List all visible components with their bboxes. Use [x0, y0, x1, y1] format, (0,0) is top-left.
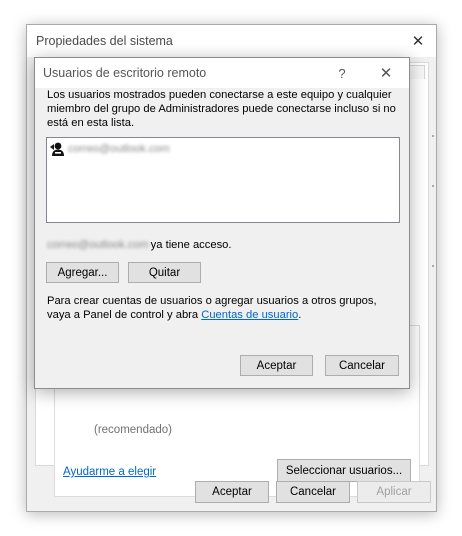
outer-cancel-button[interactable]: Cancelar [276, 481, 350, 503]
help-icon[interactable]: ? [334, 64, 350, 82]
outer-titlebar: Propiedades del sistema ✕ [27, 25, 436, 57]
outer-window-title: Propiedades del sistema [36, 34, 173, 48]
info-suffix: . [298, 309, 302, 321]
access-suffix: ya tiene acceso. [150, 239, 232, 251]
user-icon [49, 141, 65, 157]
user-accounts-link[interactable]: Cuentas de usuario [201, 309, 298, 321]
user-accounts-info: Para crear cuentas de usuarios o agregar… [47, 294, 403, 322]
list-item[interactable]: correo@outlook.com [49, 141, 170, 157]
user-list[interactable]: correo@outlook.com [46, 137, 400, 223]
recommended-label: (recomendado) [94, 424, 172, 436]
divider-mark [432, 265, 434, 267]
outer-ok-button[interactable]: Aceptar [195, 481, 269, 503]
dialog-title: Usuarios de escritorio remoto [43, 66, 207, 80]
divider-mark [432, 135, 434, 137]
divider-mark [432, 185, 434, 187]
select-users-button[interactable]: Seleccionar usuarios... [277, 459, 411, 482]
remove-user-button[interactable]: Quitar [128, 262, 201, 283]
add-user-button[interactable]: Agregar... [46, 262, 119, 283]
access-email: correo@outlook.com [47, 239, 149, 251]
remote-desktop-users-dialog: Usuarios de escritorio remoto ? ✕ Los us… [34, 57, 410, 389]
dialog-description: Los usuarios mostrados pueden conectarse… [47, 89, 396, 129]
outer-close-icon[interactable]: ✕ [406, 31, 430, 51]
access-status: correo@outlook.com ya tiene acceso. [47, 239, 232, 251]
dialog-titlebar: Usuarios de escritorio remoto ? ✕ [35, 58, 409, 88]
help-choose-link[interactable]: Ayudarme a elegir [63, 466, 156, 478]
cancel-button[interactable]: Cancelar [325, 355, 399, 376]
outer-apply-button: Aplicar [357, 481, 431, 503]
ok-button[interactable]: Aceptar [240, 355, 313, 376]
close-icon[interactable]: ✕ [375, 64, 397, 82]
user-email: correo@outlook.com [68, 143, 170, 155]
